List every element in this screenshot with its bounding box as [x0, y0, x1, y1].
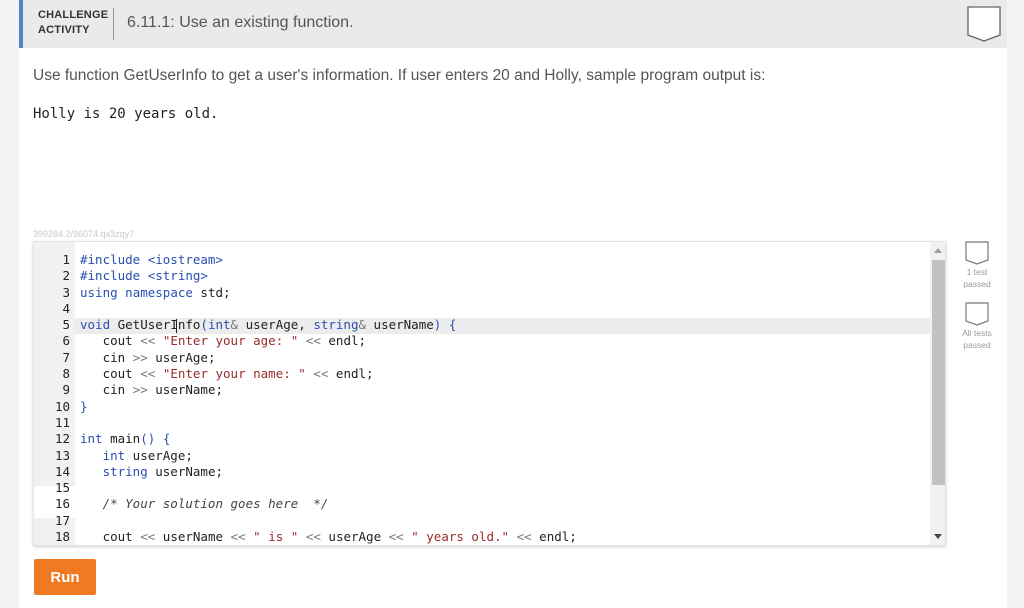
line-number: 18: [54, 529, 70, 545]
code-line[interactable]: 12 int main() {: [34, 431, 930, 447]
line-number: 17: [54, 512, 70, 528]
code-line[interactable]: 13 int userAge;: [34, 448, 930, 464]
line-number: 10: [54, 398, 70, 414]
completion-badge-icon: [967, 6, 1001, 42]
test-result-1: 1 test passed: [955, 241, 999, 290]
line-number: 3: [62, 284, 70, 300]
code-line[interactable]: 14 string userName;: [34, 464, 930, 480]
activity-id: 399284.2/96074.qx3zqy7: [33, 229, 135, 239]
scroll-down-arrow-icon[interactable]: [934, 534, 942, 539]
line-number: 13: [54, 447, 70, 463]
code-text[interactable]: cin >> userName;: [80, 382, 223, 398]
code-line[interactable]: 11: [34, 415, 930, 431]
code-text[interactable]: string userName;: [80, 464, 223, 480]
line-number: 6: [62, 333, 70, 349]
code-line[interactable]: 10}: [34, 399, 930, 415]
code-text[interactable]: #include <string>: [80, 268, 208, 284]
header-divider: [113, 8, 114, 40]
code-line[interactable]: 4: [34, 301, 930, 317]
line-number: 12: [54, 431, 70, 447]
code-text[interactable]: int userAge;: [80, 448, 193, 464]
activity-header: CHALLENGE ACTIVITY 6.11.1: Use an existi…: [19, 0, 1007, 48]
code-line[interactable]: 8 cout << "Enter your name: " << endl;: [34, 366, 930, 382]
code-text[interactable]: /* Your solution goes here */: [80, 496, 329, 512]
code-line[interactable]: 15: [34, 480, 930, 496]
code-text[interactable]: cout << "Enter your name: " << endl;: [80, 366, 374, 382]
line-number: 8: [62, 366, 70, 382]
test-label-line1: 1 test: [966, 267, 988, 277]
code-text[interactable]: cin >> userAge;: [80, 350, 216, 366]
line-number: 5: [62, 317, 70, 333]
test-result-2: All tests passed: [955, 302, 999, 351]
code-line[interactable]: 17: [34, 513, 930, 529]
code-line[interactable]: 6 cout << "Enter your age: " << endl;: [34, 333, 930, 349]
code-line[interactable]: 18 cout << userName << " is " << userAge…: [34, 529, 930, 545]
line-number: 2: [62, 268, 70, 284]
code-text[interactable]: using namespace std;: [80, 285, 231, 301]
code-line[interactable]: 3 using namespace std;: [34, 285, 930, 301]
line-number: 7: [62, 349, 70, 365]
test-label-line2: passed: [963, 279, 991, 289]
test-badge-icon: [965, 302, 989, 326]
line-number: 1: [62, 252, 70, 267]
code-line[interactable]: 7 cin >> userAge;: [34, 350, 930, 366]
code-text[interactable]: void GetUserInfo(int& userAge, string& u…: [80, 317, 456, 333]
editor-scrollbar[interactable]: [930, 242, 945, 545]
test-label-line1: All tests: [962, 328, 992, 338]
code-line[interactable]: 2 #include <string>: [34, 268, 930, 284]
test-label-line2: passed: [963, 340, 991, 350]
line-number: 15: [54, 480, 70, 496]
code-line[interactable]: 16 /* Your solution goes here */: [34, 496, 930, 512]
challenge-label-line2: ACTIVITY: [38, 24, 90, 36]
sample-output: Holly is 20 years old.: [33, 106, 219, 122]
line-number: 4: [62, 300, 70, 316]
scroll-thumb[interactable]: [932, 260, 945, 485]
instructions-text: Use function GetUserInfo to get a user's…: [33, 67, 766, 84]
activity-title: 6.11.1: Use an existing function.: [127, 14, 354, 31]
code-text[interactable]: cout << "Enter your age: " << endl;: [80, 333, 366, 349]
line-number: 14: [54, 463, 70, 479]
code-lines[interactable]: 1 #include <iostream> 2 #include <string> 3 u…: [34, 252, 930, 545]
test-badge-icon: [965, 241, 989, 265]
code-line[interactable]: 1 #include <iostream>: [34, 252, 930, 268]
challenge-label-line1: CHALLENGE: [38, 9, 109, 21]
code-editor[interactable]: 1 #include <iostream> 2 #include <string> 3 u…: [33, 241, 946, 546]
code-text[interactable]: #include <iostream>: [80, 252, 223, 268]
code-text[interactable]: cout << userName << " is " << userAge <<…: [80, 529, 577, 545]
line-number: 11: [54, 414, 70, 430]
code-text[interactable]: }: [80, 399, 88, 415]
scroll-up-arrow-icon[interactable]: [934, 248, 942, 253]
run-button[interactable]: Run: [34, 559, 96, 595]
text-cursor: [176, 319, 177, 333]
challenge-activity-label: CHALLENGE ACTIVITY: [38, 8, 108, 38]
code-line[interactable]: 9 cin >> userName;: [34, 382, 930, 398]
line-number: 9: [62, 382, 70, 398]
code-line[interactable]: 5 void GetUserInfo(int& userAge, string& …: [34, 317, 930, 333]
challenge-activity-card: CHALLENGE ACTIVITY 6.11.1: Use an existi…: [19, 0, 1007, 608]
code-text[interactable]: int main() {: [80, 431, 170, 447]
line-number: 16: [54, 496, 70, 512]
